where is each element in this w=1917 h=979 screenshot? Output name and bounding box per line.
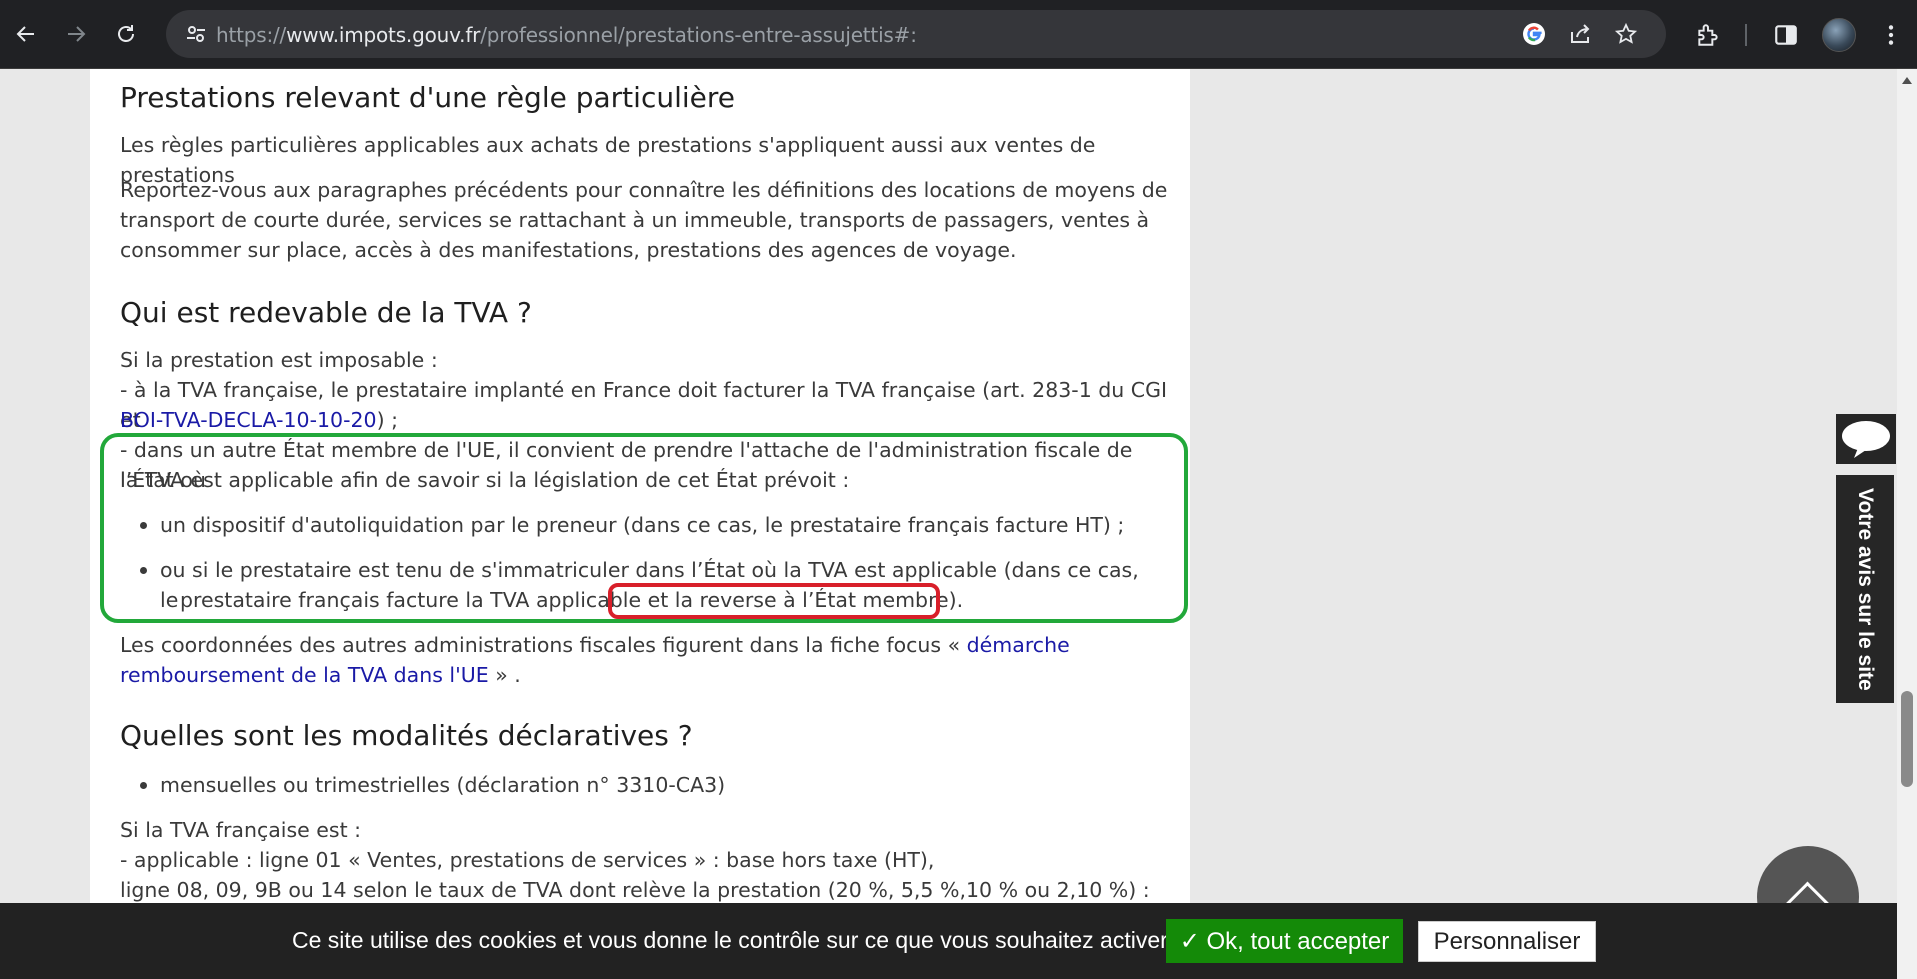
link-demarche[interactable]: démarche (967, 633, 1070, 657)
line-coordonnees-text: Les coordonnées des autres administratio… (120, 633, 967, 657)
heading-redevable: Qui est redevable de la TVA ? (120, 296, 532, 329)
share-icon[interactable] (1568, 22, 1592, 46)
line-tva-francaise-ref: BOI-TVA-DECLA-10-10-20) ; (120, 405, 1170, 435)
paragraph-reportez-2: transport de courte durée, services se r… (120, 208, 1150, 232)
reload-icon (118, 25, 134, 42)
line-tva-francaise-end: ) ; (376, 408, 398, 432)
link-boi-tva[interactable]: BOI-TVA-DECLA-10-10-20 (120, 408, 377, 432)
scroll-thumb[interactable] (1901, 691, 1913, 787)
extensions-icon[interactable] (1695, 22, 1721, 48)
forward-icon (68, 26, 86, 42)
url-text[interactable]: https://www.impots.gouv.fr/professionnel… (216, 23, 917, 47)
toolbar-divider (1745, 24, 1747, 46)
site-settings-icon[interactable] (184, 22, 208, 46)
line-coordonnees-end: » . (488, 663, 521, 687)
line-applicable: - applicable : ligne 01 « Ventes, presta… (120, 848, 935, 872)
list-item-mensuelles: mensuelles ou trimestrielles (déclaratio… (140, 770, 1160, 800)
profile-avatar[interactable] (1822, 18, 1856, 52)
heading-regle-particuliere: Prestations relevant d'une règle particu… (120, 81, 735, 114)
menu-icon[interactable] (1878, 22, 1904, 48)
annotation-red-highlight (608, 583, 940, 619)
scroll-up-arrow[interactable] (1902, 77, 1912, 84)
paragraph-reportez-3: consommer sur place, accès à des manifes… (120, 238, 1017, 262)
line-coordonnees: Les coordonnées des autres administratio… (120, 630, 1170, 660)
line-si-tva: Si la TVA française est : (120, 818, 362, 842)
side-panel-icon[interactable] (1773, 22, 1799, 48)
line-coordonnees-2: remboursement de la TVA dans l'UE » . (120, 660, 1170, 690)
back-icon (16, 26, 34, 42)
paragraph-reportez-1: Reportez-vous aux paragraphes précédents… (120, 178, 1168, 202)
accept-all-button[interactable]: ✓ Ok, tout accepter (1166, 919, 1403, 963)
google-icon[interactable] (1522, 22, 1546, 46)
customize-button[interactable]: Personnaliser (1418, 921, 1596, 962)
bookmark-star-icon[interactable] (1614, 22, 1638, 46)
link-remboursement-tva[interactable]: remboursement de la TVA dans l'UE (120, 663, 489, 687)
feedback-bubble-icon[interactable] (1836, 414, 1896, 464)
feedback-label[interactable]: Votre avis sur le site (1836, 475, 1894, 703)
url-host: www.impots.gouv.fr (286, 23, 481, 47)
heading-modalites: Quelles sont les modalités déclaratives … (120, 719, 693, 752)
cookie-banner: Ce site utilise des cookies et vous donn… (0, 903, 1897, 979)
url-scheme: https:// (216, 23, 287, 47)
browser-toolbar: https://www.impots.gouv.fr/professionnel… (0, 0, 1917, 69)
address-bar[interactable]: https://www.impots.gouv.fr/professionnel… (166, 10, 1666, 58)
back-button[interactable] (8, 16, 44, 52)
cookie-message: Ce site utilise des cookies et vous donn… (292, 927, 1168, 953)
line-imposable: Si la prestation est imposable : (120, 348, 438, 372)
forward-button[interactable] (58, 16, 94, 52)
page-scrollbar[interactable] (1897, 69, 1917, 979)
reload-button[interactable] (108, 16, 144, 52)
url-path: /professionnel/prestations-entre-assujet… (480, 23, 917, 47)
